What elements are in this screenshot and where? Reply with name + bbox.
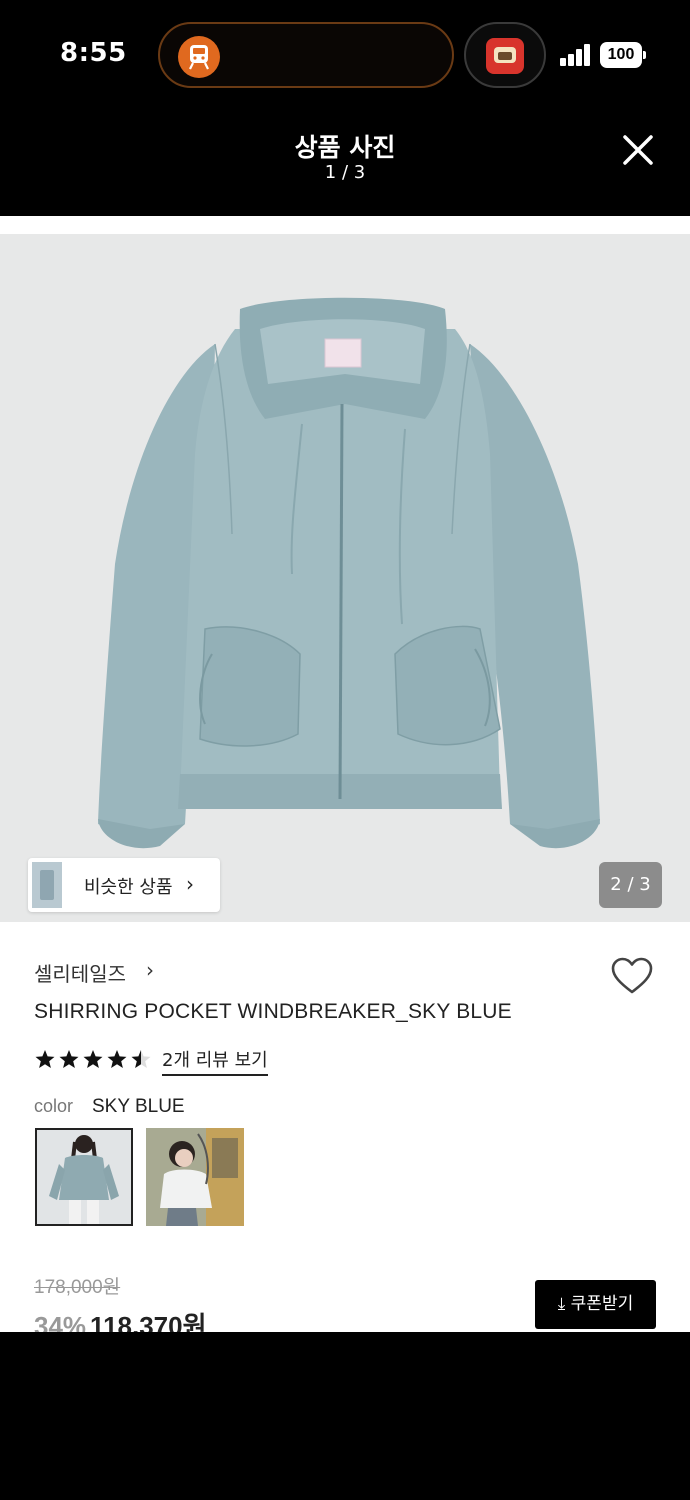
review-link[interactable]: 2개 리뷰 보기 (162, 1046, 268, 1076)
download-icon: ⤓ (557, 1294, 566, 1314)
chevron-right-icon[interactable]: › (146, 958, 154, 982)
product-photo[interactable]: 비슷한 상품 › 2 / 3 (0, 234, 690, 922)
similar-products-label: 비슷한 상품 (84, 877, 173, 898)
close-icon (623, 135, 653, 165)
similar-products-button[interactable]: 비슷한 상품 › (28, 858, 220, 912)
wishlist-button[interactable] (610, 956, 654, 996)
product-name: SHIRRING POCKET WINDBREAKER_SKY BLUE (34, 1000, 512, 1023)
page-title: 상품 사진 (294, 133, 396, 162)
top-strip (0, 216, 690, 234)
battery-icon: 100 (600, 42, 642, 68)
rating-stars (35, 1050, 151, 1068)
photo-counter: 1 / 3 (324, 162, 366, 183)
product-content: 비슷한 상품 › 2 / 3 셀리테일즈 › SHIRRING POCKET W… (0, 216, 690, 1332)
status-time: 8:55 (60, 38, 127, 68)
heart-icon (611, 957, 653, 994)
photo-viewer-header: 상품 사진 1 / 3 (0, 110, 690, 216)
swatch-image (146, 1128, 244, 1226)
close-button[interactable] (618, 130, 658, 170)
battery-tip (643, 51, 646, 59)
coupon-label: 쿠폰받기 (570, 1294, 634, 1314)
signal-icon (560, 44, 592, 66)
color-label: color (34, 1096, 74, 1116)
color-swatch-selected[interactable] (35, 1128, 133, 1226)
dynamic-island[interactable] (158, 22, 454, 88)
chevron-right-icon: › (186, 872, 194, 896)
swatch-image (37, 1130, 131, 1224)
train-icon (178, 36, 220, 78)
brand-link[interactable]: 셀리테일즈 (34, 958, 126, 987)
sale-price: 118,370원 (90, 1311, 207, 1332)
jacket-image (0, 234, 690, 922)
bottom-area (0, 1332, 690, 1500)
live-activity-app[interactable] (464, 22, 546, 88)
original-price: 178,000원 (34, 1277, 121, 1298)
image-page-indicator: 2 / 3 (599, 862, 662, 908)
status-bar: 8:55 100 (0, 0, 690, 110)
color-value: SKY BLUE (92, 1096, 185, 1117)
price-row: 34% 118,370원 (34, 1306, 207, 1332)
app-icon (486, 38, 524, 74)
coupon-button[interactable]: ⤓ 쿠폰받기 (535, 1280, 656, 1329)
color-swatch[interactable] (146, 1128, 244, 1226)
discount-rate: 34% (34, 1311, 87, 1332)
similar-thumbnail (32, 862, 62, 908)
